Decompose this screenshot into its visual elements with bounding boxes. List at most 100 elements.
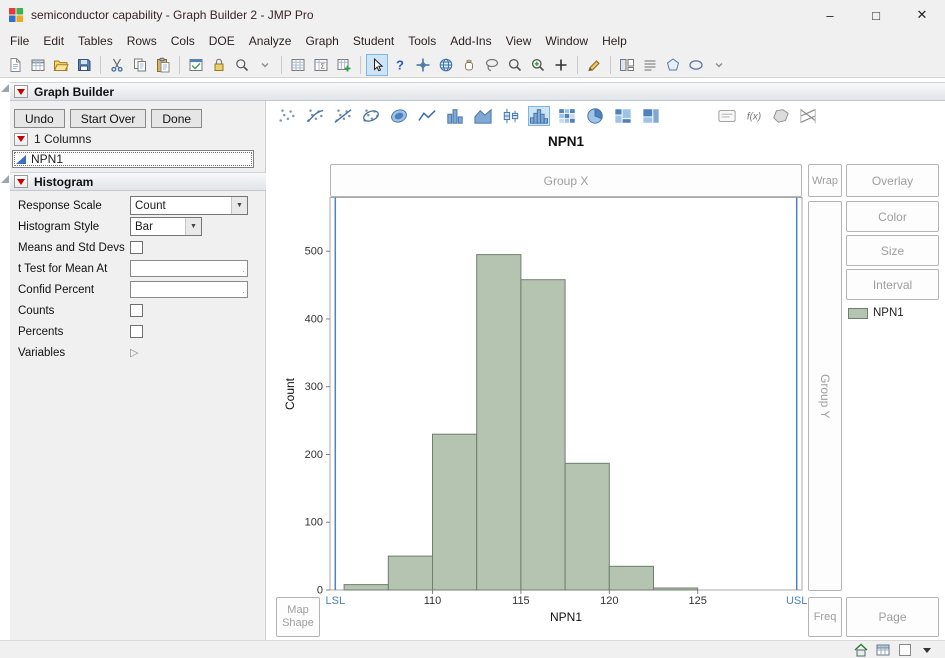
polygon-shape-icon[interactable] [662,54,684,76]
drop-zone-wrap[interactable]: Wrap [808,164,842,197]
red-triangle-menu-columns-icon[interactable] [14,132,28,146]
layout-boxes-icon[interactable] [616,54,638,76]
percents-checkbox[interactable] [130,325,143,338]
red-triangle-menu-histogram-icon[interactable] [14,175,28,188]
open-icon[interactable] [50,54,72,76]
lasso-tool-icon[interactable] [481,54,503,76]
histogram-icon[interactable] [528,106,550,126]
variables-disclosure-icon[interactable]: ▷ [130,346,138,359]
magnifier-tool-icon[interactable] [504,54,526,76]
area-icon[interactable] [472,106,494,126]
caption-box-icon[interactable] [716,106,738,126]
toolbar-separator [100,55,101,74]
means-and-std-devs-checkbox[interactable] [130,241,143,254]
save-icon[interactable] [73,54,95,76]
menu-student[interactable]: Student [346,31,401,51]
mosaic-icon[interactable] [612,106,634,126]
plus-tool-icon[interactable] [550,54,572,76]
selection-arrow-tool-icon[interactable] [366,53,388,76]
drop-zone-freq[interactable]: Freq [808,597,842,637]
close-button[interactable]: ✕ [899,0,945,30]
menu-analyze[interactable]: Analyze [242,31,299,51]
confid-percent-input[interactable]: · [130,281,248,298]
outline-disclosure-graph-builder-icon[interactable] [1,84,9,92]
report-window-icon[interactable] [185,54,207,76]
caret-down-icon[interactable] [919,642,935,658]
menu-window[interactable]: Window [538,31,595,51]
menu-rows[interactable]: Rows [120,31,164,51]
new-data-table-icon[interactable] [27,54,49,76]
new-journal-icon[interactable] [4,54,26,76]
search-icon[interactable] [231,54,253,76]
grid-plus-icon[interactable] [333,54,355,76]
parallel-icon[interactable] [797,106,819,126]
drop-zone-label: Group X [543,173,589,188]
drop-zone-page[interactable]: Page [846,597,939,637]
treemap-icon[interactable] [640,106,662,126]
counts-checkbox[interactable] [130,304,143,317]
toolbar-overflow-icon[interactable] [708,54,730,76]
drop-zone-size[interactable]: Size [846,235,939,266]
toolbar-overflow-icon[interactable] [254,54,276,76]
lock-icon[interactable] [208,54,230,76]
summary-grid-icon[interactable]: Σ [310,54,332,76]
ellipse-icon[interactable] [360,106,382,126]
points-icon[interactable] [276,106,298,126]
zoom-in-tool-icon[interactable] [527,54,549,76]
histogram-style-select[interactable]: Bar ▼ [130,217,202,236]
menu-add-ins[interactable]: Add-Ins [443,31,498,51]
start-over-button[interactable]: Start Over [69,109,147,128]
menu-tools[interactable]: Tools [401,31,443,51]
line-of-fit-icon[interactable] [332,106,354,126]
undo-button[interactable]: Undo [14,109,65,128]
outline-disclosure-histogram-icon[interactable] [1,175,9,183]
formula-icon[interactable]: f(x) [743,106,765,126]
data-table-status-icon[interactable] [875,642,891,658]
smoother-icon[interactable] [304,106,326,126]
paste-icon[interactable] [152,54,174,76]
drop-zone-color[interactable]: Color [846,201,939,232]
oval-shape-icon[interactable] [685,54,707,76]
heatmap-icon[interactable] [556,106,578,126]
minimize-button[interactable]: – [807,0,853,30]
drop-zone-group-x[interactable]: Group X [330,164,802,197]
menu-tables[interactable]: Tables [71,31,120,51]
cut-icon[interactable] [106,54,128,76]
copy-icon[interactable] [129,54,151,76]
annotate-pencil-icon[interactable] [583,54,605,76]
menu-help[interactable]: Help [595,31,634,51]
graph-builder-header: Graph Builder [10,82,945,101]
red-triangle-menu-graph-builder-icon[interactable] [14,85,28,98]
pie-icon[interactable] [584,106,606,126]
drop-zone-interval[interactable]: Interval [846,269,939,300]
box-plot-icon[interactable] [500,106,522,126]
data-grid-icon[interactable] [287,54,309,76]
drop-zone-group-y[interactable]: Group Y [808,201,842,591]
bar-icon[interactable] [444,106,466,126]
crosshair-tool-icon[interactable] [412,54,434,76]
column-item-npn1[interactable]: NPN1 [13,151,253,167]
map-shapes-icon[interactable] [770,106,792,126]
plot-area[interactable]: LSL USL 110 115 120 125 0 100 200 300 400 500 NPN1 Co… [280,197,825,629]
menu-view[interactable]: View [499,31,539,51]
menu-edit[interactable]: Edit [36,31,71,51]
t-test-for-mean-at-input[interactable]: · [130,260,248,277]
done-button[interactable]: Done [151,109,203,128]
text-lines-icon[interactable] [639,54,661,76]
legend-item[interactable]: NPN1 [848,307,904,319]
menu-graph[interactable]: Graph [298,31,345,51]
menu-cols[interactable]: Cols [164,31,202,51]
drop-zone-map-shape[interactable]: Map Shape [276,597,320,637]
contour-icon[interactable] [388,106,410,126]
line-icon[interactable] [416,106,438,126]
response-scale-select[interactable]: Count ▼ [130,196,248,215]
drop-zone-overlay[interactable]: Overlay [846,164,939,197]
menu-file[interactable]: File [3,31,36,51]
help-tool-icon[interactable]: ? [389,54,411,76]
home-window-icon[interactable] [853,642,869,658]
maximize-button[interactable]: □ [853,0,899,30]
menu-doe[interactable]: DOE [202,31,242,51]
blank-window-icon[interactable] [897,642,913,658]
grabber-hand-tool-icon[interactable] [458,54,480,76]
globe-tool-icon[interactable] [435,54,457,76]
